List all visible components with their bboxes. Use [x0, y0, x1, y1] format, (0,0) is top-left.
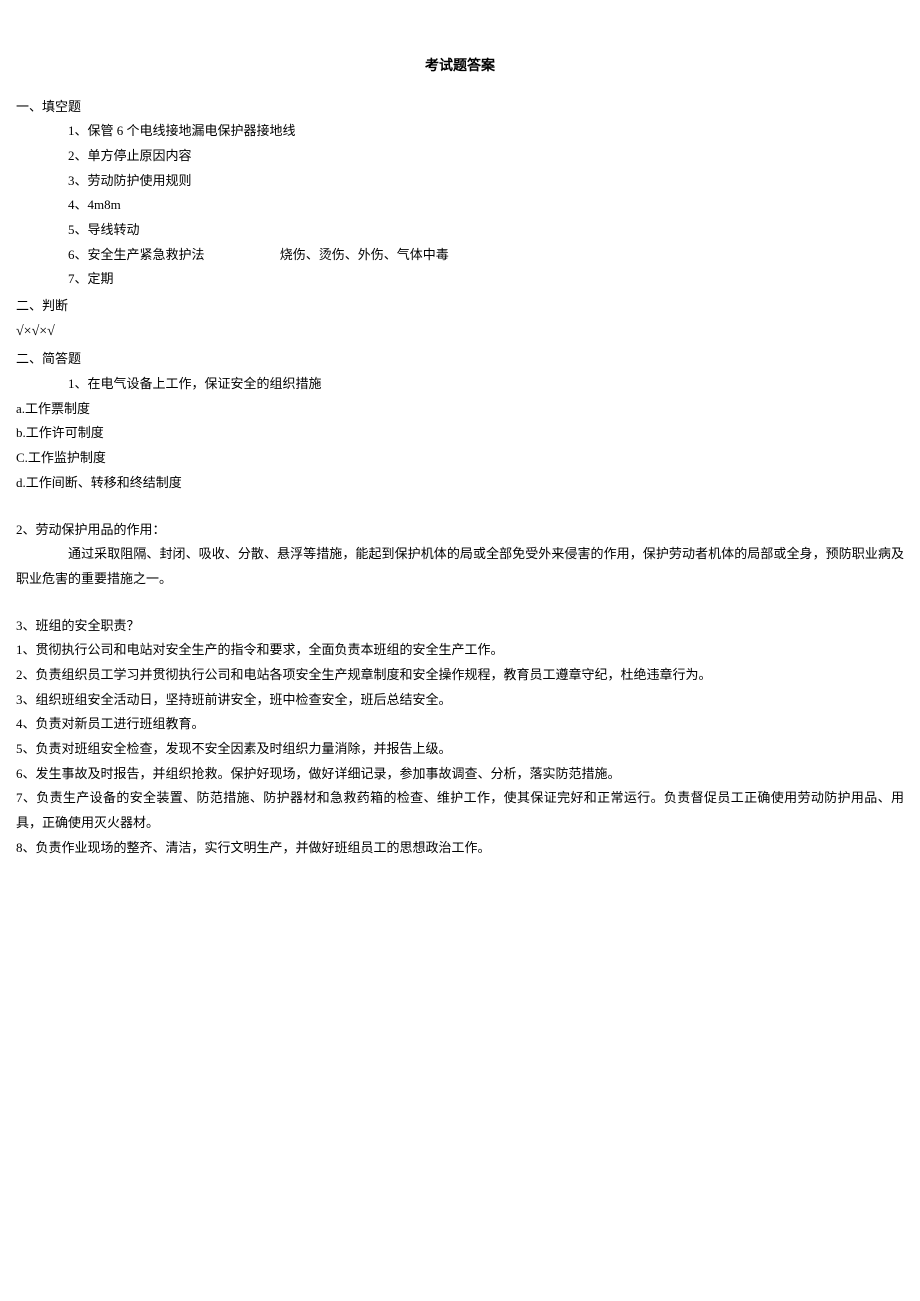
section-fill-heading: 一、填空题 [16, 95, 904, 120]
section-short-heading: 二、简答题 [16, 347, 904, 372]
fill-item-4: 4、4m8m [16, 193, 904, 218]
fill-item-7: 7、定期 [16, 267, 904, 292]
fill-item-3: 3、劳动防护使用规则 [16, 169, 904, 194]
fill-item-2: 2、单方停止原因内容 [16, 144, 904, 169]
short-q1-a: a.工作票制度 [16, 397, 904, 422]
short-q1-b: b.工作许可制度 [16, 421, 904, 446]
fill-item-5: 5、导线转动 [16, 218, 904, 243]
short-q1-title: 1、在电气设备上工作，保证安全的组织措施 [16, 372, 904, 397]
short-q1-d: d.工作间断、转移和终结制度 [16, 471, 904, 496]
fill-item-6-extra: 烧伤、烫伤、外伤、气体中毒 [280, 247, 449, 262]
short-q3-item-6: 6、发生事故及时报告，并组织抢救。保护好现场，做好详细记录，参加事故调查、分析，… [16, 762, 904, 787]
short-q3-item-4: 4、负责对新员工进行班组教育。 [16, 712, 904, 737]
section-judge-heading: 二、判断 [16, 294, 904, 319]
fill-item-6: 6、安全生产紧急救护法 烧伤、烫伤、外伤、气体中毒 [16, 243, 904, 268]
short-q2-title: 2、劳动保护用品的作用： [16, 518, 904, 543]
short-q3-item-2: 2、负责组织员工学习并贯彻执行公司和电站各项安全生产规章制度和安全操作规程，教育… [16, 663, 904, 688]
fill-item-6-main: 6、安全生产紧急救护法 [68, 247, 205, 262]
fill-item-1: 1、保管 6 个电线接地漏电保护器接地线 [16, 119, 904, 144]
short-q3-title: 3、班组的安全职责？ [16, 614, 904, 639]
judge-answers-text: √×√×√ [16, 324, 55, 339]
short-q3-item-7: 7、负责生产设备的安全装置、防范措施、防护器材和急救药箱的检查、维护工作，使其保… [16, 786, 904, 835]
page-title: 考试题答案 [16, 54, 904, 81]
short-q3-item-1: 1、贯彻执行公司和电站对安全生产的指令和要求，全面负责本班组的安全生产工作。 [16, 638, 904, 663]
short-q1-c: C.工作监护制度 [16, 446, 904, 471]
short-q3-item-3: 3、组织班组安全活动日，坚持班前讲安全，班中检查安全，班后总结安全。 [16, 688, 904, 713]
short-q3-item-5: 5、负责对班组安全检查，发现不安全因素及时组织力量消除，并报告上级。 [16, 737, 904, 762]
judge-answers: √×√×√ [16, 319, 904, 346]
short-q3-item-8: 8、负责作业现场的整齐、清洁，实行文明生产，并做好班组员工的思想政治工作。 [16, 836, 904, 861]
short-q2-content: 通过采取阻隔、封闭、吸收、分散、悬浮等措施，能起到保护机体的局或全部免受外来侵害… [16, 542, 904, 591]
